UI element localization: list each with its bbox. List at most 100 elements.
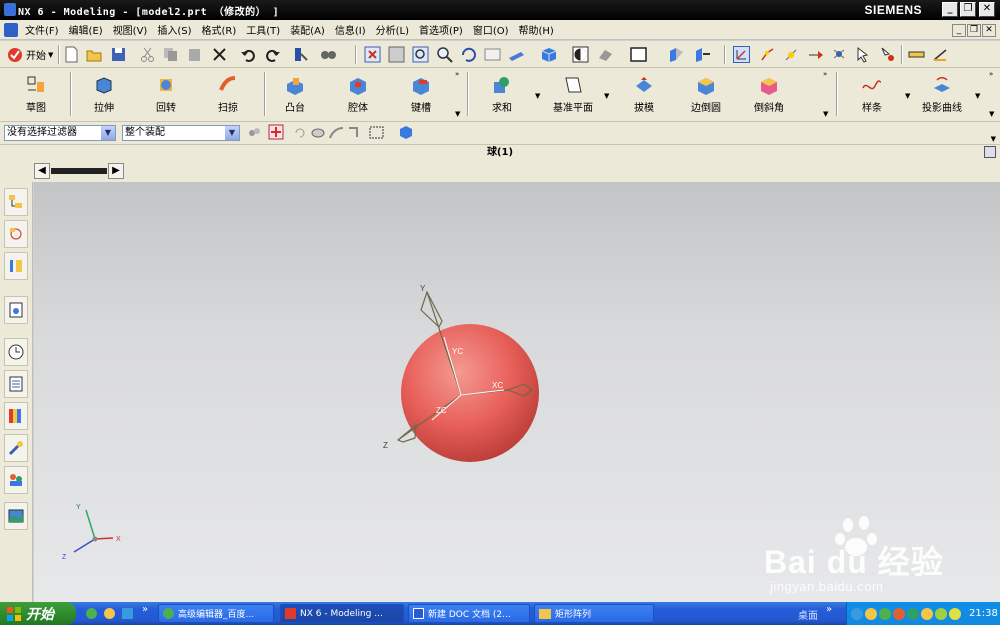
unite-button[interactable]: 求和 xyxy=(472,70,532,120)
view-icon[interactable] xyxy=(318,45,338,64)
sphere-body[interactable] xyxy=(401,324,539,462)
menu-format[interactable]: 格式(R) xyxy=(197,22,242,37)
zoom-window-icon[interactable] xyxy=(386,45,406,64)
constraint-navigator-button[interactable] xyxy=(4,220,28,248)
part-nav-icon[interactable] xyxy=(396,123,416,142)
selection-bar-dropdown-icon[interactable]: ▼ xyxy=(991,135,996,143)
menu-assembly[interactable]: 装配(A) xyxy=(285,22,330,37)
quicklaunch-desktop-icon[interactable] xyxy=(122,608,133,619)
toolbar-dropdown-icon[interactable]: ▼ xyxy=(455,110,460,118)
toolbar2-overflow-icon[interactable]: » xyxy=(823,70,827,78)
system-scenes-button[interactable] xyxy=(4,502,28,530)
project-curve-button[interactable]: 投影曲线 xyxy=(912,70,972,120)
render-style-icon[interactable] xyxy=(570,45,590,64)
open-icon[interactable] xyxy=(84,45,104,64)
cut-icon[interactable] xyxy=(137,45,157,64)
unite-dropdown-icon[interactable]: ▼ xyxy=(535,92,540,100)
menu-view[interactable]: 视图(V) xyxy=(108,22,153,37)
task-advanced-editor[interactable]: 高级编辑器_百度... xyxy=(158,604,274,623)
paste-icon[interactable] xyxy=(184,45,204,64)
desktop-toolbar-label[interactable]: 桌面 xyxy=(798,607,818,622)
sweep-button[interactable]: 扫掠 xyxy=(198,70,258,120)
process-studio-button[interactable] xyxy=(4,434,28,462)
edge-display-icon[interactable] xyxy=(595,45,615,64)
start-menu-button[interactable]: 开始 ▼ xyxy=(6,45,53,64)
ime-icon[interactable] xyxy=(949,607,961,620)
palette-button[interactable] xyxy=(4,402,28,430)
menu-file[interactable]: 文件(F) xyxy=(20,22,64,37)
menu-tools[interactable]: 工具(T) xyxy=(241,22,285,37)
snap-mid-icon[interactable] xyxy=(781,45,801,64)
extrude-button[interactable]: 拉伸 xyxy=(74,70,134,120)
boss-button[interactable]: 凸台 xyxy=(265,70,325,120)
close-button[interactable]: ✕ xyxy=(979,2,995,17)
system-materials-button[interactable] xyxy=(4,370,28,398)
sketch-button[interactable]: 草图 xyxy=(6,70,66,120)
restore-button[interactable]: ❐ xyxy=(960,2,976,17)
new-icon[interactable] xyxy=(61,45,81,64)
task-rect-array[interactable]: 矩形阵列 xyxy=(534,604,654,623)
history-button[interactable] xyxy=(4,338,28,366)
task-word-doc[interactable]: 新建 DOC 文档 (2... xyxy=(408,604,530,623)
redo-icon[interactable] xyxy=(262,45,282,64)
doc-close-button[interactable]: ✕ xyxy=(982,24,996,37)
av-icon[interactable] xyxy=(879,607,891,620)
roles-button[interactable] xyxy=(4,466,28,494)
menu-preferences[interactable]: 首选项(P) xyxy=(414,22,468,37)
revolve-button[interactable]: 回转 xyxy=(136,70,196,120)
wcs-icon[interactable] xyxy=(731,45,751,64)
background-icon[interactable] xyxy=(628,45,648,64)
selection-scope-select[interactable]: 整个装配 ▼ xyxy=(122,125,240,141)
maximize-view-icon[interactable] xyxy=(984,146,996,158)
select-all-icon[interactable] xyxy=(266,123,286,142)
snap-center-icon[interactable] xyxy=(829,45,849,64)
chat-icon[interactable] xyxy=(865,607,877,620)
doc-minimize-button[interactable]: _ xyxy=(952,24,966,37)
select-face-icon[interactable] xyxy=(877,45,897,64)
rotate-icon[interactable] xyxy=(458,45,478,64)
magnify-icon[interactable] xyxy=(434,45,454,64)
info-icon[interactable] xyxy=(290,45,310,64)
toolbar2-dropdown-icon[interactable]: ▼ xyxy=(823,110,828,118)
tab-scroll-track[interactable] xyxy=(51,168,107,174)
pocket-button[interactable]: 腔体 xyxy=(328,70,388,120)
menu-analysis[interactable]: 分析(L) xyxy=(371,22,414,37)
chamfer-button[interactable]: 倒斜角 xyxy=(739,70,799,120)
update-icon[interactable] xyxy=(907,607,919,620)
spline-button[interactable]: 样条 xyxy=(842,70,902,120)
network-icon[interactable] xyxy=(851,607,863,620)
toolbar3-dropdown-icon[interactable]: ▼ xyxy=(989,110,994,118)
section-view-icon[interactable] xyxy=(692,45,712,64)
menu-edit[interactable]: 编辑(E) xyxy=(64,22,108,37)
project-dropdown-icon[interactable]: ▼ xyxy=(975,92,980,100)
menu-insert[interactable]: 插入(S) xyxy=(152,22,196,37)
snap-point-icon[interactable] xyxy=(757,45,777,64)
volume-icon[interactable] xyxy=(935,607,947,620)
tangent-curve-icon[interactable] xyxy=(326,123,346,142)
assembly-filter-icon[interactable] xyxy=(244,123,264,142)
zoom-icon[interactable] xyxy=(410,45,430,64)
type-filter-select[interactable]: 没有选择过滤器 ▼ xyxy=(4,125,116,141)
select-icon[interactable] xyxy=(853,45,873,64)
shaded-icon[interactable] xyxy=(538,45,558,64)
edge-blend-button[interactable]: 边倒圆 xyxy=(676,70,736,120)
toolbar3-overflow-icon[interactable]: » xyxy=(989,70,993,78)
task-nx-modeling[interactable]: NX 6 - Modeling ... xyxy=(280,604,404,623)
orient-view-icon[interactable] xyxy=(666,45,686,64)
menu-information[interactable]: 信息(I) xyxy=(330,22,371,37)
rect-select-icon[interactable] xyxy=(366,123,386,142)
desktop-overflow-icon[interactable]: » xyxy=(826,604,832,615)
datum-plane-button[interactable]: 基准平面 xyxy=(543,70,603,120)
menu-help[interactable]: 帮助(H) xyxy=(514,22,559,37)
datum-dropdown-icon[interactable]: ▼ xyxy=(604,92,609,100)
quicklaunch-overflow-icon[interactable]: » xyxy=(142,604,148,615)
copy-icon[interactable] xyxy=(160,45,180,64)
measure-icon[interactable] xyxy=(906,45,926,64)
part-navigator-button[interactable] xyxy=(4,252,28,280)
tab-scroll-left-button[interactable]: ◀ xyxy=(34,163,50,179)
spline-dropdown-icon[interactable]: ▼ xyxy=(905,92,910,100)
start-button[interactable]: 开始 xyxy=(0,602,76,625)
assembly-navigator-button[interactable] xyxy=(4,188,28,216)
minimize-button[interactable]: _ xyxy=(942,2,958,17)
pan-icon[interactable] xyxy=(482,45,502,64)
